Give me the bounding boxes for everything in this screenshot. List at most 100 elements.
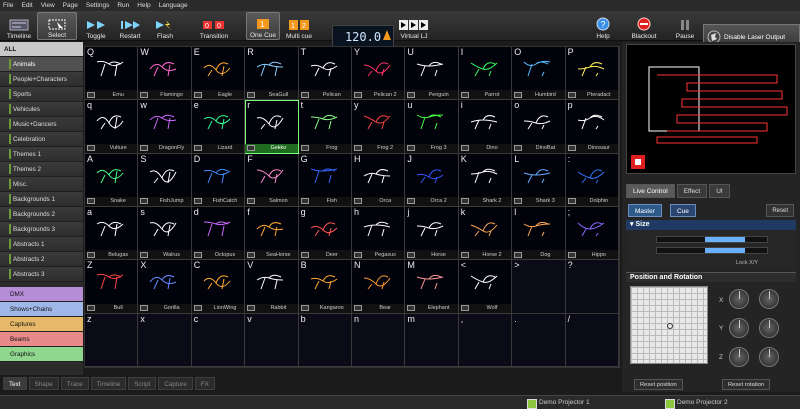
bottom-tab[interactable]: Text bbox=[3, 377, 27, 390]
cue-cell[interactable]: F Salmon bbox=[245, 153, 299, 207]
cue-cell[interactable]: K Shark 2 bbox=[458, 153, 513, 207]
cue-cell[interactable]: v bbox=[245, 313, 299, 367]
projector-2-status[interactable]: Demo Projector 2 bbox=[665, 398, 728, 409]
cue-cell[interactable]: C LionWing bbox=[191, 260, 246, 314]
restart-button[interactable]: Restart bbox=[114, 12, 146, 40]
transition-button[interactable]: 00 Transition bbox=[196, 12, 232, 40]
bottom-tab[interactable]: Trace bbox=[60, 377, 89, 390]
bottom-tab[interactable]: FX bbox=[194, 377, 215, 390]
category-item[interactable]: Backgrounds 3 bbox=[0, 222, 83, 237]
cue-cell[interactable]: j Horse bbox=[405, 206, 459, 261]
group-item[interactable]: Graphics bbox=[0, 347, 83, 362]
pause-button[interactable]: Pause bbox=[672, 12, 698, 40]
cue-cell[interactable]: ; Hippo bbox=[565, 206, 619, 261]
cue-cell[interactable]: > bbox=[512, 260, 566, 314]
category-item[interactable]: Abstracts 1 bbox=[0, 237, 83, 252]
cue-cell[interactable]: h Pegasus bbox=[352, 206, 406, 261]
menu-help[interactable]: Help bbox=[137, 2, 150, 9]
cue-toggle[interactable]: Cue bbox=[670, 204, 696, 217]
cue-cell[interactable]: , bbox=[458, 313, 513, 367]
cue-cell[interactable]: R SeaGull bbox=[245, 47, 299, 101]
cue-cell[interactable]: W Flamingo bbox=[138, 47, 192, 101]
projector-1-status[interactable]: Demo Projector 1 bbox=[527, 398, 590, 409]
cue-cell[interactable]: s Walrus bbox=[138, 206, 192, 261]
category-item[interactable]: Backgrounds 1 bbox=[0, 192, 83, 207]
category-item[interactable]: People+Characters bbox=[0, 72, 83, 87]
cue-cell[interactable]: B Kangaroo bbox=[298, 260, 352, 314]
help-button[interactable]: ? Help bbox=[590, 12, 616, 40]
cue-cell[interactable]: l Dog bbox=[512, 206, 566, 261]
blackout-button[interactable]: Blackout bbox=[626, 12, 662, 40]
cue-cell[interactable]: V Rabbit bbox=[245, 260, 299, 314]
cue-cell[interactable]: H Orca bbox=[352, 153, 406, 207]
cue-cell[interactable]: < Wolf bbox=[458, 260, 513, 314]
one-cue-button[interactable]: 1 One Cue bbox=[246, 12, 280, 40]
lock-xy-label[interactable]: Lock X/Y bbox=[736, 260, 758, 266]
cue-cell[interactable]: . bbox=[512, 313, 566, 367]
menu-edit[interactable]: Edit bbox=[21, 2, 32, 9]
tab-ui[interactable]: UI bbox=[709, 184, 730, 198]
reset-button[interactable]: Reset bbox=[766, 204, 794, 217]
menu-page[interactable]: Page bbox=[63, 2, 78, 9]
cue-cell[interactable]: p Dinosaur bbox=[565, 100, 619, 154]
category-item[interactable]: Vehicules bbox=[0, 102, 83, 117]
rotation-y-knob-2[interactable] bbox=[759, 318, 779, 338]
category-item[interactable]: Misc. bbox=[0, 177, 83, 192]
rotation-z-knob-2[interactable] bbox=[759, 347, 779, 367]
cue-cell[interactable]: L Shark 3 bbox=[512, 153, 566, 207]
cue-cell[interactable]: e Lizard bbox=[191, 100, 246, 154]
menu-run[interactable]: Run bbox=[117, 2, 129, 9]
cue-cell[interactable]: / bbox=[565, 313, 619, 367]
cue-cell[interactable]: Z Bull bbox=[85, 260, 139, 314]
select-button[interactable]: Select bbox=[37, 12, 77, 40]
cue-cell[interactable]: A Snake bbox=[85, 153, 139, 207]
bottom-tab[interactable]: Shape bbox=[28, 377, 59, 390]
cue-cell[interactable]: w DragonFly bbox=[138, 100, 192, 154]
cue-cell[interactable]: q Vulture bbox=[85, 100, 139, 154]
group-item[interactable]: Beams bbox=[0, 332, 83, 347]
timeline-button[interactable]: Timeline bbox=[3, 12, 35, 40]
multi-cue-button[interactable]: 12 Multi cue bbox=[282, 12, 316, 40]
cue-cell[interactable]: c bbox=[191, 313, 246, 367]
menu-view[interactable]: View bbox=[41, 2, 55, 9]
rotation-x-knob-1[interactable] bbox=[729, 289, 749, 309]
cue-cell[interactable]: X Gorilla bbox=[138, 260, 192, 314]
cue-cell[interactable]: E Eagle bbox=[191, 47, 246, 101]
cue-cell[interactable]: g Deer bbox=[298, 206, 352, 261]
category-item[interactable]: Abstracts 3 bbox=[0, 267, 83, 282]
position-xy-pad[interactable] bbox=[630, 286, 708, 364]
cue-cell[interactable]: t Frog bbox=[298, 100, 352, 154]
group-item[interactable]: DMX bbox=[0, 287, 83, 302]
cue-cell[interactable]: i Dino bbox=[458, 100, 513, 154]
bottom-tab[interactable]: Capture bbox=[158, 377, 193, 390]
cue-cell[interactable]: m bbox=[405, 313, 459, 367]
cue-cell[interactable]: n bbox=[352, 313, 406, 367]
virtual-lj-button[interactable]: Virtual LJ bbox=[396, 12, 432, 40]
cue-cell[interactable]: M Elephant bbox=[405, 260, 459, 314]
cue-cell[interactable]: z bbox=[85, 313, 139, 367]
cue-cell[interactable]: r Gekko bbox=[245, 100, 299, 154]
cue-cell[interactable]: f SeaHorse bbox=[245, 206, 299, 261]
cue-cell[interactable]: d Octopus bbox=[191, 206, 246, 261]
menu-settings[interactable]: Settings bbox=[86, 2, 110, 9]
reset-rotation-button[interactable]: Reset rotation bbox=[722, 379, 771, 390]
category-item[interactable]: Abstracts 2 bbox=[0, 252, 83, 267]
toggle-button[interactable]: Toggle bbox=[80, 12, 112, 40]
rotation-z-knob-1[interactable] bbox=[729, 347, 749, 367]
reset-position-button[interactable]: Reset position bbox=[634, 379, 683, 390]
category-item[interactable]: Sports bbox=[0, 87, 83, 102]
size-y-slider[interactable] bbox=[656, 247, 768, 254]
cue-cell[interactable]: b bbox=[298, 313, 352, 367]
cue-cell[interactable]: P Pteradact bbox=[565, 47, 619, 101]
cue-cell[interactable]: O Humbird bbox=[512, 47, 566, 101]
master-toggle[interactable]: Master bbox=[628, 204, 662, 217]
category-item[interactable]: Themes 1 bbox=[0, 147, 83, 162]
menu-file[interactable]: File bbox=[3, 2, 13, 9]
cue-cell[interactable]: S FishJump bbox=[138, 153, 192, 207]
group-item[interactable]: Shows+Chains bbox=[0, 302, 83, 317]
cue-cell[interactable]: o DinoBat bbox=[512, 100, 566, 154]
category-item[interactable]: Music+Dancers bbox=[0, 117, 83, 132]
cue-cell[interactable]: U Penguin bbox=[405, 47, 459, 101]
bottom-tab[interactable]: Script bbox=[128, 377, 157, 390]
menu-language[interactable]: Language bbox=[159, 2, 188, 9]
